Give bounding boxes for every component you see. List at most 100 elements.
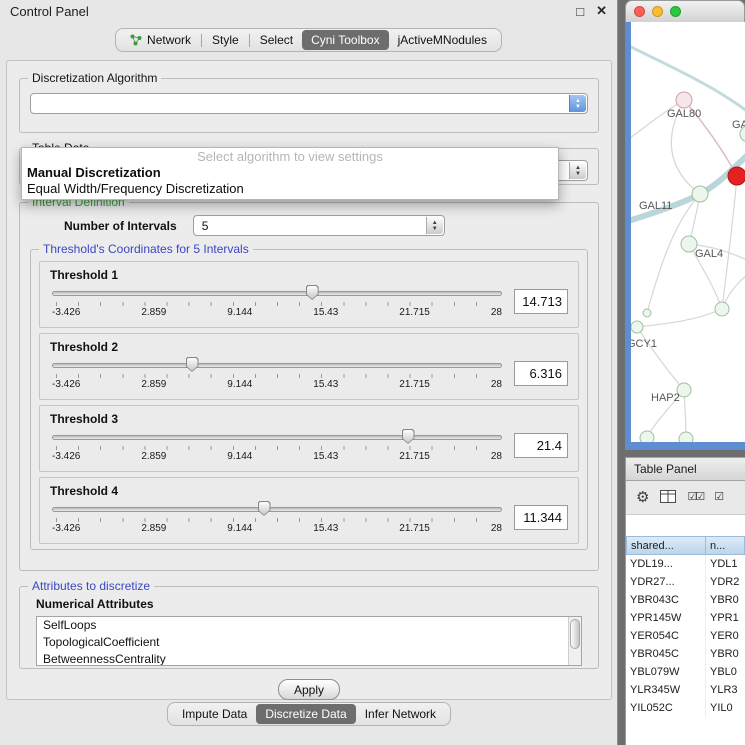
network-node[interactable] [643,309,651,317]
number-of-intervals-combobox[interactable]: 5 ▲ ▼ [193,215,445,236]
slider-track[interactable] [52,363,502,368]
close-window-icon[interactable]: ✕ [596,3,607,19]
cell-shared-name[interactable]: YLR345W [626,681,706,699]
tab-infer-network[interactable]: Infer Network [356,704,445,724]
select-rows-icon[interactable]: ☑ [714,492,722,503]
table-row[interactable]: YBR045CYBR0 [626,645,745,663]
combobox-stepper-icon[interactable]: ▲ ▼ [569,162,586,179]
slider-thumb[interactable] [186,357,199,372]
cell-shared-name[interactable]: YDL19... [626,555,706,573]
tab-discretize-data[interactable]: Discretize Data [256,704,355,724]
network-node-selected-red[interactable] [728,167,745,185]
network-node-gal80[interactable] [676,92,692,108]
threshold-value-field[interactable] [514,433,568,458]
cell-shared-name[interactable]: YBR045C [626,645,706,663]
tab-label: Network [147,33,191,47]
column-header-shared-name[interactable]: shared... [626,536,706,555]
algorithm-combobox[interactable]: ▲ ▼ [30,93,588,114]
threshold-slider[interactable] [52,357,502,373]
list-item[interactable]: SelfLoops [37,617,581,634]
combobox-stepper-icon[interactable]: ▲ ▼ [569,95,586,112]
table-row[interactable]: YPR145WYPR1 [626,609,745,627]
cell-name[interactable]: YER0 [706,627,745,645]
slider-thumb[interactable] [306,285,319,300]
cyni-toolbox-panel: Discretization Algorithm ▲ ▼ Table Data … [6,60,612,700]
slider-track[interactable] [52,435,502,440]
attributes-list[interactable]: SelfLoops TopologicalCoefficient Between… [36,616,582,666]
cell-shared-name[interactable]: YBR043C [626,591,706,609]
column-header-name[interactable]: n... [706,536,745,555]
dropdown-item-equal-width-frequency[interactable]: Equal Width/Frequency Discretization [22,181,558,197]
tab-network[interactable]: Network [121,30,200,50]
combobox-stepper-icon[interactable]: ▲ ▼ [426,217,443,234]
dropdown-item-manual-discretization[interactable]: Manual Discretization [22,165,558,181]
zoom-traffic-light-icon[interactable] [670,6,681,17]
cell-shared-name[interactable]: YDR27... [626,573,706,591]
cell-name[interactable]: YBR0 [706,591,745,609]
cell-shared-name[interactable]: YER054C [626,627,706,645]
threshold-value-field[interactable] [514,505,568,530]
cell-name[interactable]: YDL1 [706,555,745,573]
cell-name[interactable]: YDR2 [706,573,745,591]
list-item[interactable]: BetweennessCentrality [37,651,581,666]
scale-tick-label: 2.859 [141,451,166,462]
network-canvas[interactable]: GAL80 GAL11 GAL4 GCY1 HAP2 GA [631,22,745,442]
table-row[interactable]: YDL19...YDL1 [626,555,745,573]
cell-name[interactable]: YPR1 [706,609,745,627]
cell-shared-name[interactable]: YPR145W [626,609,706,627]
table-row[interactable]: YDR27...YDR2 [626,573,745,591]
threshold-value-field[interactable] [514,361,568,386]
select-all-rows-icon[interactable]: ☑☑ [687,492,703,503]
close-traffic-light-icon[interactable] [634,6,645,17]
network-node[interactable] [715,302,729,316]
scrollbar-thumb[interactable] [570,619,580,649]
algorithm-dropdown-popup: Select algorithm to view settings Manual… [21,147,559,200]
scale-tick-label: 28 [491,379,502,390]
cell-shared-name[interactable]: YBL079W [626,663,706,681]
network-node[interactable] [640,431,654,442]
tab-select[interactable]: Select [251,30,302,50]
list-scrollbar[interactable] [568,617,581,665]
slider-ticks [56,446,498,450]
minimize-traffic-light-icon[interactable] [652,6,663,17]
network-graph [631,22,745,442]
tab-impute-data[interactable]: Impute Data [173,704,256,724]
tab-cyni-toolbox[interactable]: Cyni Toolbox [302,30,388,50]
network-node[interactable] [679,432,693,442]
table-panel-title: Table Panel [634,462,697,476]
slider-track[interactable] [52,291,502,296]
columns-chooser-icon[interactable] [660,490,676,506]
cell-shared-name[interactable]: YIL052C [626,699,706,717]
table-row[interactable]: YIL052CYIL0 [626,699,745,717]
threshold-slider[interactable] [52,501,502,517]
table-row[interactable]: YER054CYER0 [626,627,745,645]
cell-name[interactable]: YLR3 [706,681,745,699]
group-title-thresholds: Threshold's Coordinates for 5 Intervals [39,242,253,256]
tab-jactivemnodules[interactable]: jActiveMNodules [389,30,496,50]
threshold-panel-1: Threshold 1 -3.426 2.859 9.144 [39,261,579,328]
thresholds-group: Threshold's Coordinates for 5 Intervals … [30,242,588,550]
slider-thumb[interactable] [258,501,271,516]
network-node-gcy1[interactable] [631,321,643,333]
slider-scale: -3.426 2.859 9.144 15.43 21.715 28 [52,451,502,462]
settings-gear-icon[interactable]: ⚙ [636,490,649,505]
table-row[interactable]: YBR043CYBR0 [626,591,745,609]
scale-tick-label: 2.859 [141,307,166,318]
table-row[interactable]: YBL079WYBL0 [626,663,745,681]
threshold-value-field[interactable] [514,289,568,314]
cell-name[interactable]: YBL0 [706,663,745,681]
slider-track[interactable] [52,507,502,512]
apply-button[interactable]: Apply [278,679,340,700]
threshold-slider[interactable] [52,429,502,445]
network-node-gal11[interactable] [692,186,708,202]
cell-name[interactable]: YBR0 [706,645,745,663]
tab-style[interactable]: Style [203,30,248,50]
list-item[interactable]: TopologicalCoefficient [37,634,581,651]
float-window-icon[interactable]: □ [576,4,584,19]
threshold-slider[interactable] [52,285,502,301]
slider-thumb[interactable] [402,429,415,444]
table-row[interactable]: YLR345WYLR3 [626,681,745,699]
threshold-label: Threshold 3 [50,412,578,426]
cell-name[interactable]: YIL0 [706,699,745,717]
network-view-window: GAL80 GAL11 GAL4 GCY1 HAP2 GA [625,0,745,450]
